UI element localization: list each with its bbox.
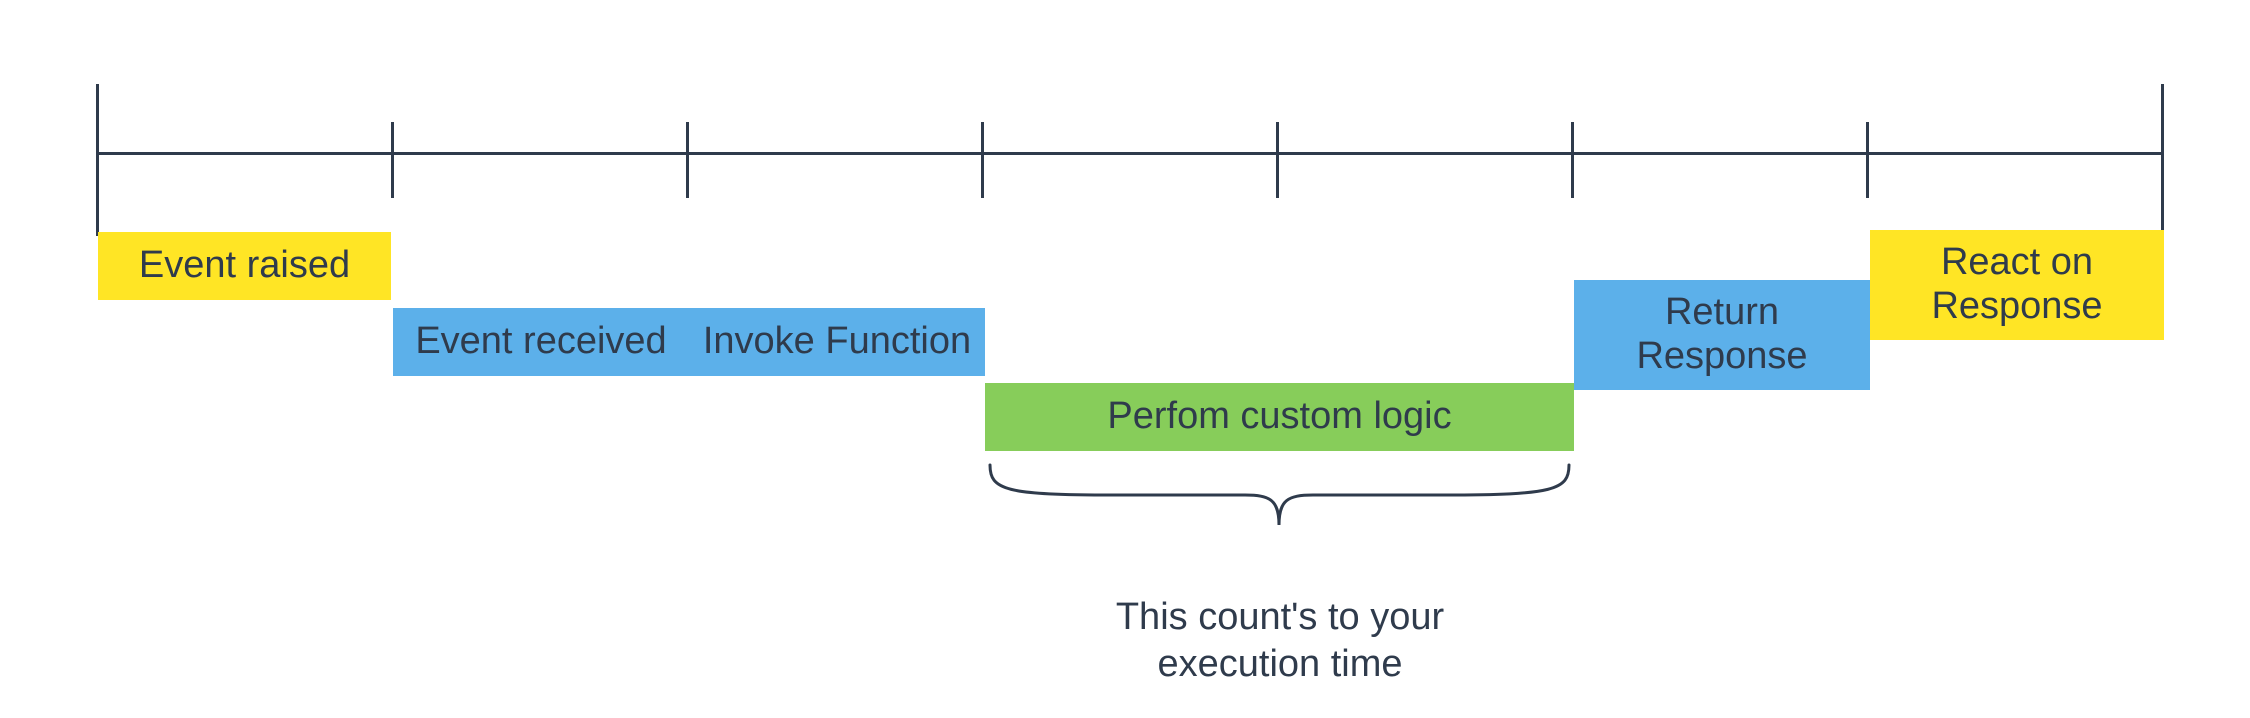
timeline-axis bbox=[96, 152, 2162, 155]
annotation-execution-time: This count's to your execution time bbox=[1080, 546, 1480, 689]
bar-return-response: Return Response bbox=[1574, 280, 1870, 390]
curly-brace-icon bbox=[985, 460, 1574, 530]
bar-label: Perfom custom logic bbox=[1107, 395, 1451, 439]
timeline-tick-2 bbox=[686, 122, 689, 198]
bar-label: Event raised bbox=[139, 244, 350, 288]
bar-label: Invoke Function bbox=[703, 320, 971, 364]
bar-label: React on Response bbox=[1931, 241, 2102, 328]
bar-event-raised: Event raised bbox=[98, 232, 391, 300]
timeline-tick-6 bbox=[1866, 122, 1869, 198]
timeline-tick-7 bbox=[2161, 84, 2164, 236]
timeline-tick-1 bbox=[391, 122, 394, 198]
bar-perform-custom-logic: Perfom custom logic bbox=[985, 383, 1574, 451]
bar-react-on-response: React on Response bbox=[1870, 230, 2164, 340]
timeline-tick-3 bbox=[981, 122, 984, 198]
bar-label: Return Response bbox=[1636, 291, 1807, 378]
timeline-tick-5 bbox=[1571, 122, 1574, 198]
timeline-tick-0 bbox=[96, 84, 99, 236]
annotation-text: This count's to your execution time bbox=[1116, 596, 1444, 686]
bar-invoke-function: Invoke Function bbox=[689, 308, 985, 376]
timeline-tick-4 bbox=[1276, 122, 1279, 198]
bar-label: Event received bbox=[415, 320, 666, 364]
bar-event-received: Event received bbox=[393, 308, 689, 376]
diagram-canvas: { "timeline": { "x_start": 96, "x_end": … bbox=[0, 0, 2250, 718]
